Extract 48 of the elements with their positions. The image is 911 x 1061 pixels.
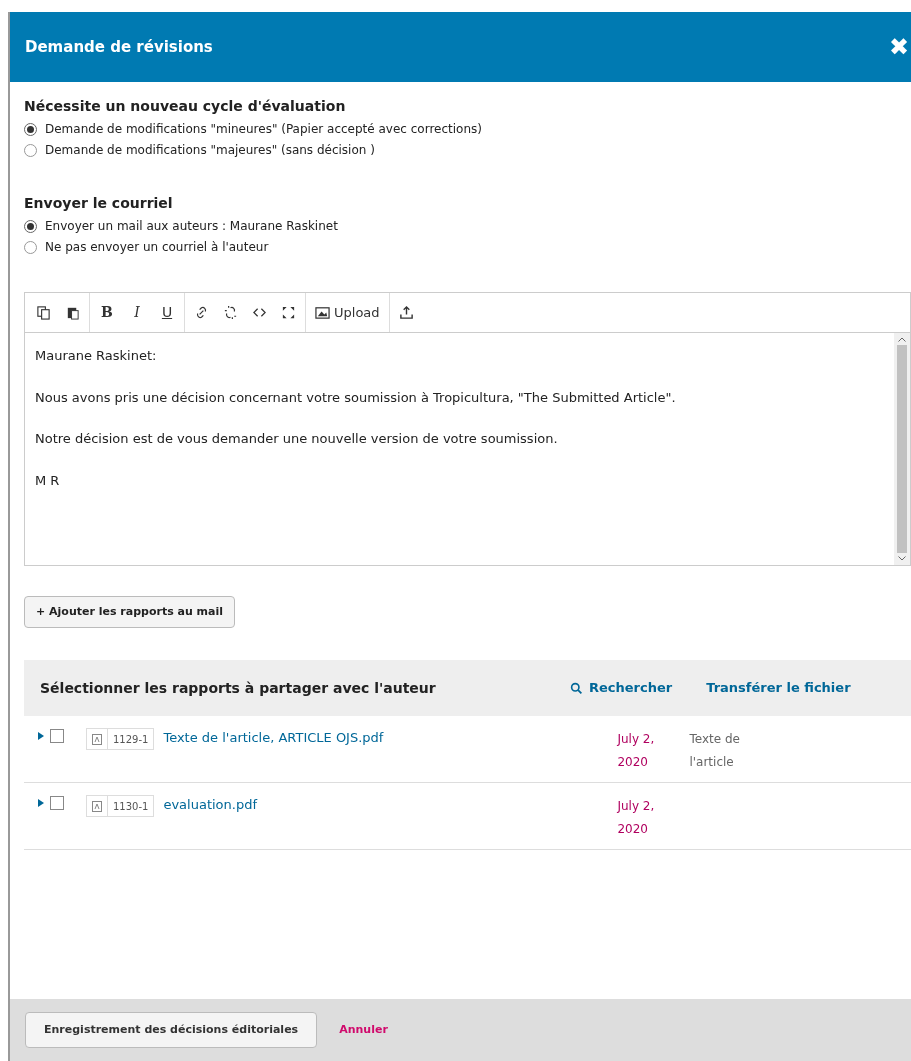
upload-icon [398, 305, 414, 320]
search-link[interactable]: Rechercher [570, 678, 673, 698]
group-heading: Nécessite un nouveau cycle d'évaluation [24, 97, 347, 116]
file-id-badge: 1130-1 [86, 795, 155, 817]
email-paragraph: Notre décision est de vous demander une nouvelle version de votre soumission. [35, 430, 559, 448]
radio-option[interactable]: Demande de modifications "majeures" (sans décision ) [24, 141, 911, 159]
radio-button[interactable] [24, 219, 37, 233]
close-button[interactable]: ✖ [888, 35, 909, 59]
email-paragraph: Nous avons pris une décision concernant votre soumission à Tropicultura, "The Submitted Article". [35, 388, 677, 407]
file-type: Texte de l'article [689, 731, 741, 771]
modal-title: Demande de révisions [25, 36, 213, 58]
format-button[interactable]: I [122, 302, 152, 323]
email-paragraph: M R [35, 471, 61, 490]
upload-file-link[interactable]: Transférer le fichier [706, 678, 851, 698]
pdf-icon [92, 733, 102, 745]
file-name-link[interactable]: evaluation.pdf [163, 795, 618, 815]
add-reports-button[interactable]: + Ajouter les rapports au mail [24, 596, 236, 628]
radio-button[interactable] [24, 240, 37, 254]
fullscreen-icon [281, 305, 296, 320]
files-title: Sélectionner les rapports à partager avec l'auteur [40, 678, 437, 698]
email-paragraph: Maurane Raskinet: [35, 347, 158, 365]
copy-icon [36, 305, 51, 320]
checkbox[interactable] [50, 729, 64, 743]
radio-option[interactable]: Ne pas envoyer un courriel à l'auteur [24, 238, 911, 256]
unlink-icon [223, 305, 238, 320]
pdf-icon [92, 800, 102, 812]
radio-button[interactable] [24, 122, 37, 136]
paste-icon [65, 305, 80, 320]
checkbox[interactable] [50, 796, 64, 810]
radio-button[interactable] [24, 143, 37, 157]
scroll-down-icon[interactable] [898, 556, 906, 561]
radio-option[interactable]: Envoyer un mail aux auteurs : Maurane Raskinet [24, 217, 911, 235]
link-icon [194, 305, 209, 320]
scroll-up-icon[interactable] [898, 337, 906, 342]
image-upload-button[interactable]: Upload [308, 297, 387, 328]
file-name-link[interactable]: Texte de l'article, ARTICLE OJS.pdf [163, 728, 618, 748]
file-date: July 2, 2020 [617, 731, 656, 771]
file-date: July 2, 2020 [617, 798, 656, 838]
scrollbar[interactable] [894, 333, 910, 565]
radio-option[interactable]: Demande de modifications "mineures" (Papier accepté avec corrections) [24, 120, 911, 138]
cancel-link[interactable]: Annuler [339, 1021, 388, 1039]
format-button[interactable]: U [152, 302, 182, 323]
group-heading: Envoyer le courriel [24, 194, 174, 213]
image-icon [315, 305, 330, 320]
format-button[interactable]: B [92, 302, 122, 323]
save-button[interactable]: Enregistrement des décisions éditoriales [25, 1012, 318, 1048]
search-icon [570, 681, 583, 695]
file-id-badge: 1129-1 [86, 728, 155, 750]
